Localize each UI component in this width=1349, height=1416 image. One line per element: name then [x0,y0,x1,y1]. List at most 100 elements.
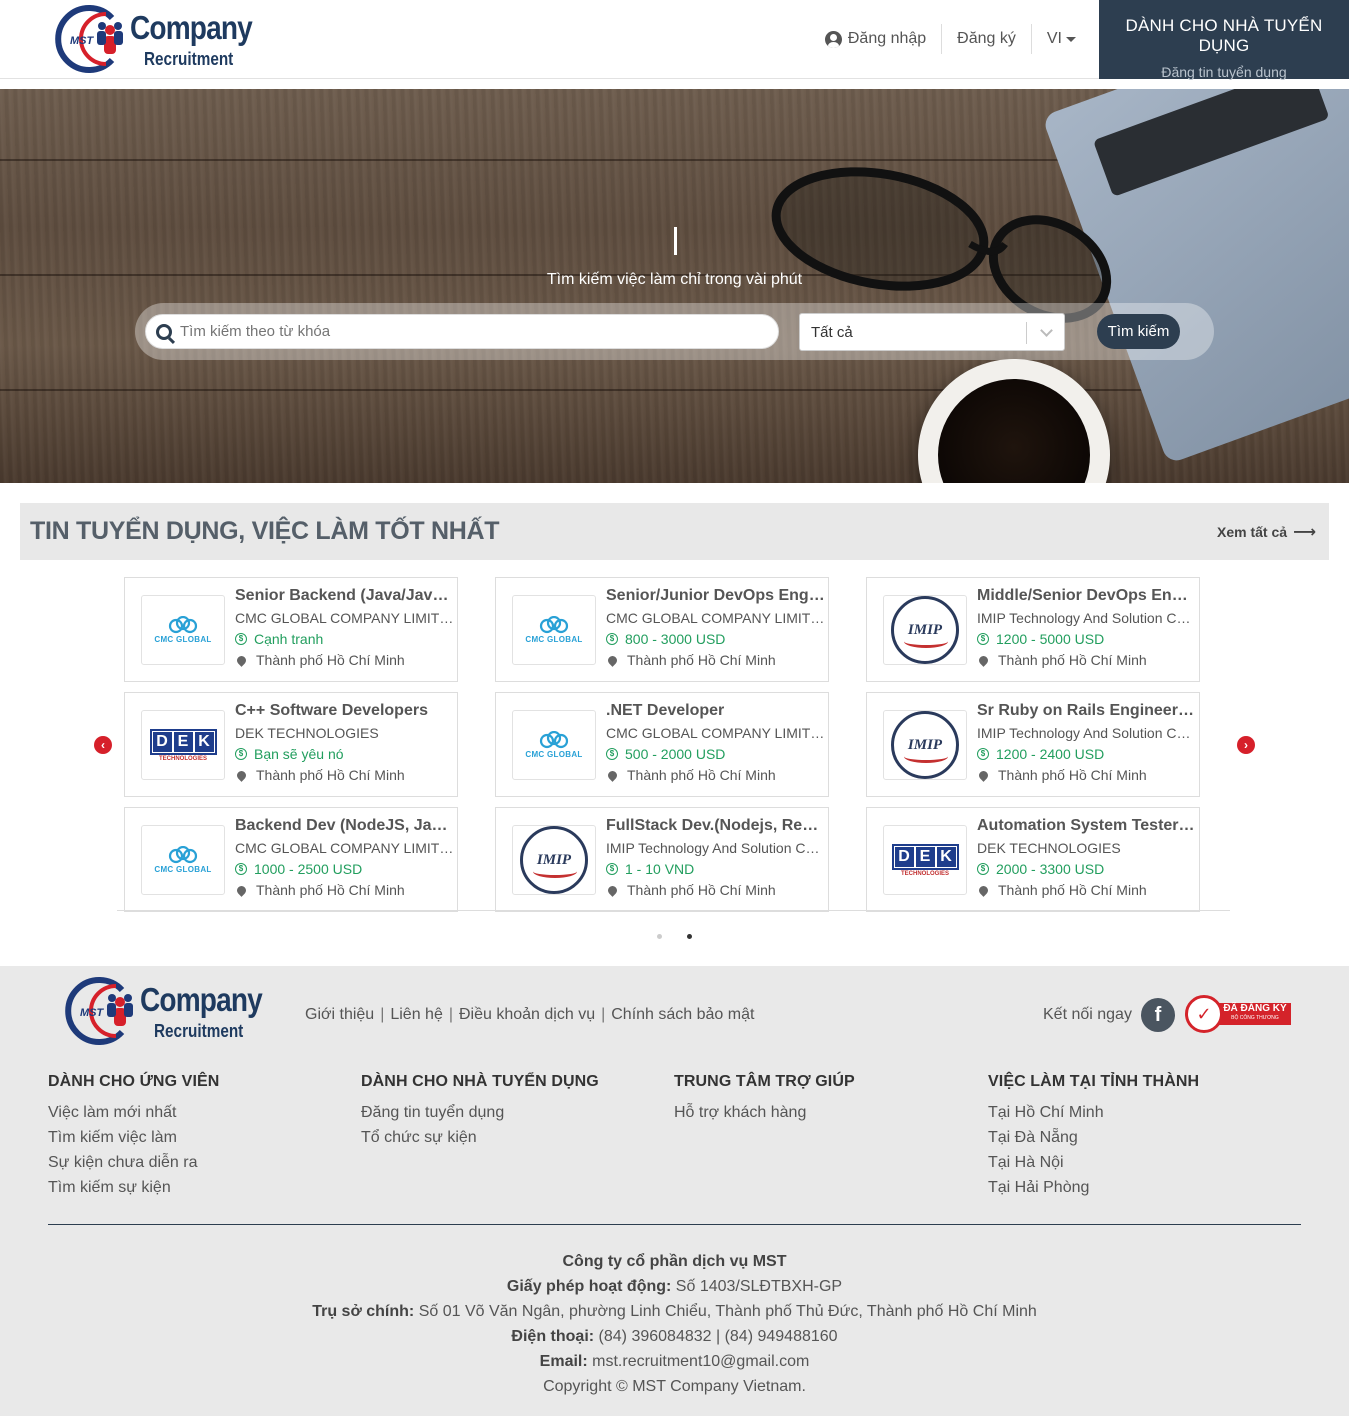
footer-column-link[interactable]: Tổ chức sự kiện [361,1129,599,1146]
company-logo[interactable]: D E K TECHNOLOGIES [883,825,967,895]
connect-label: Kết nối ngay [1043,1006,1132,1023]
location: Thành phố Hồ Chí Minh [606,767,826,783]
facebook-icon[interactable]: f [1141,998,1175,1032]
company-logo[interactable]: CMC GLOBAL [512,595,596,665]
job-title[interactable]: Senior/Junior DevOps Engineer [606,587,826,605]
logo-recruitment-text: Recruitment [144,48,234,69]
job-title[interactable]: .NET Developer [606,702,826,720]
site-footer: MST Company Recruitment Giới thiệu | Liê… [0,966,1349,1416]
dek-letter: K [194,731,214,752]
keyword-search-box[interactable] [145,314,779,349]
map-pin-icon [977,653,990,667]
footer-column-link[interactable]: Tại Hà Nội [988,1154,1199,1171]
register-link[interactable]: Đăng ký [942,24,1032,54]
registered-badge[interactable]: ĐÃ ĐĂNG KÝ BỘ CÔNG THƯƠNG ✓ [1185,995,1291,1033]
employer-subtitle: Đăng tin tuyển dụng [1161,64,1287,80]
cmc-global-logo: CMC GLOBAL [525,616,582,644]
footer-links: Giới thiệu | Liên hệ | Điều khoản dịch v… [305,1006,754,1024]
location-value: Thành phố Hồ Chí Minh [627,882,776,898]
job-card[interactable]: D E K TECHNOLOGIES C++ Software Developers DE… [124,692,458,797]
job-card[interactable]: D E K TECHNOLOGIES Automation System Tester … [866,807,1200,912]
select-divider [1026,322,1027,344]
map-pin-icon [235,883,248,897]
job-title[interactable]: Automation System Tester (QA) [977,817,1197,835]
salary: $ Cạnh tranh [235,631,455,647]
footer-logo[interactable]: MST Company Recruitment [64,976,283,1046]
salary-value: 1 - 10 VND [625,861,695,877]
carousel-dot-2[interactable] [687,934,692,939]
company-logo[interactable]: CMC GLOBAL [141,825,225,895]
footer-link-privacy[interactable]: Chính sách bảo mật [611,1006,754,1024]
dek-letter: E [173,731,193,752]
keyword-search-input[interactable] [180,323,760,340]
company-name: IMIP Technology And Solution Company [977,725,1197,741]
dek-technologies-logo: D E K TECHNOLOGIES [891,843,959,877]
user-circle-icon [824,30,842,48]
footer-column: TRUNG TÂM TRỢ GIÚP Hỗ trợ khách hàng [674,1073,855,1121]
language-selector[interactable]: VI [1032,24,1099,54]
salary-value: 1200 - 5000 USD [996,631,1105,647]
footer-column: DÀNH CHO NHÀ TUYỂN DỤNG Đăng tin tuyển dụ… [361,1073,599,1146]
footer-column-link[interactable]: Hỗ trợ khách hàng [674,1104,855,1121]
footer-column-link[interactable]: Tại Đà Nẵng [988,1129,1199,1146]
footer-column-link[interactable]: Sự kiện chưa diễn ra [48,1154,219,1171]
job-title[interactable]: Middle/Senior DevOps Engineer [977,587,1197,605]
location: Thành phố Hồ Chí Minh [235,767,455,783]
job-card[interactable]: CMC GLOBAL Backend Dev (NodeJS, Javascrip… [124,807,458,912]
footer-column-link[interactable]: Tìm kiếm sự kiện [48,1179,219,1196]
job-card[interactable]: CMC GLOBAL Senior/Junior DevOps Engineer C… [495,577,829,682]
footer-column-link[interactable]: Tại Hải Phòng [988,1179,1199,1196]
see-all-link[interactable]: Xem tất cả ⟶ [1217,522,1316,542]
salary: $500 - 2000 USD [606,746,826,762]
site-logo[interactable]: MST Company Recruitment [54,4,273,74]
footer-link-terms[interactable]: Điều khoản dịch vụ [459,1006,595,1024]
location-value: Thành phố Hồ Chí Minh [998,652,1147,668]
dollar-icon: $ [235,633,247,645]
company-logo[interactable]: IMIP [883,710,967,780]
employer-cta[interactable]: DÀNH CHO NHÀ TUYỂN DỤNG Đăng tin tuyển d… [1099,0,1349,80]
company-name: CMC GLOBAL COMPANY LIMITED [606,725,826,741]
footer-column-link[interactable]: Tại Hồ Chí Minh [988,1104,1199,1121]
footer-link-contact[interactable]: Liên hệ [390,1006,443,1024]
chevron-right-icon[interactable]: › [1237,736,1255,754]
carousel-dot-1[interactable] [657,934,662,939]
job-card[interactable]: CMC GLOBAL Senior Backend (Java/JavaScrip… [124,577,458,682]
chevron-left-icon[interactable]: ‹ [94,736,112,754]
job-card[interactable]: IMIP Middle/Senior DevOps Engineer IMIP Te… [866,577,1200,682]
job-title[interactable]: Senior Backend (Java/JavaScript) [235,587,455,605]
job-title[interactable]: Backend Dev (NodeJS, Javascript) [235,817,455,835]
job-card[interactable]: CMC GLOBAL .NET Developer CMC GLOBAL COMPA… [495,692,829,797]
footer-divider [48,1224,1301,1225]
cmc-logo-text: CMC GLOBAL [154,635,212,644]
job-card[interactable]: IMIP Sr Ruby on Rails Engineer - Backend I… [866,692,1200,797]
company-logo[interactable]: CMC GLOBAL [141,595,225,665]
category-select[interactable]: Tất cả [799,313,1065,351]
badge-title: ĐÃ ĐĂNG KÝ [1223,1003,1287,1014]
badge-label: ĐÃ ĐĂNG KÝ BỘ CÔNG THƯƠNG [1211,1003,1291,1025]
arrow-right-icon: ⟶ [1293,523,1316,541]
salary: $ Bạn sẽ yêu nó [235,746,455,762]
company-logo[interactable]: IMIP [883,595,967,665]
cloud-icon [539,731,569,749]
footer-link-about[interactable]: Giới thiệu [305,1006,374,1024]
job-title[interactable]: Sr Ruby on Rails Engineer - Backend [977,702,1197,720]
best-jobs-section: TIN TUYỂN DỤNG, VIỆC LÀM TỐT NHẤT Xem tấ… [20,503,1329,945]
login-link[interactable]: Đăng nhập [810,24,943,54]
dek-logo-text: TECHNOLOGIES [158,755,207,762]
map-pin-icon [606,883,619,897]
footer-column-link[interactable]: Đăng tin tuyển dụng [361,1104,599,1121]
email-value: mst.recruitment10@gmail.com [592,1353,810,1370]
company-logo[interactable]: CMC GLOBAL [512,710,596,780]
company-logo[interactable]: IMIP [512,825,596,895]
job-title[interactable]: C++ Software Developers [235,702,455,720]
footer-column-link[interactable]: Việc làm mới nhất [48,1104,219,1121]
footer-column-link[interactable]: Tìm kiếm việc làm [48,1129,219,1146]
job-title[interactable]: FullStack Dev.(Nodejs, Reactjs) [606,817,826,835]
footer-column-title: VIỆC LÀM TẠI TỈNH THÀNH [988,1073,1200,1090]
logo-recruitment-text: Recruitment [154,1020,244,1041]
search-button[interactable]: Tìm kiếm [1097,314,1180,349]
phone-label: Điện thoại: [511,1328,595,1345]
dollar-icon: $ [977,633,989,645]
company-logo[interactable]: D E K TECHNOLOGIES [141,710,225,780]
job-card[interactable]: IMIP FullStack Dev.(Nodejs, Reactjs) IMIP … [495,807,829,912]
